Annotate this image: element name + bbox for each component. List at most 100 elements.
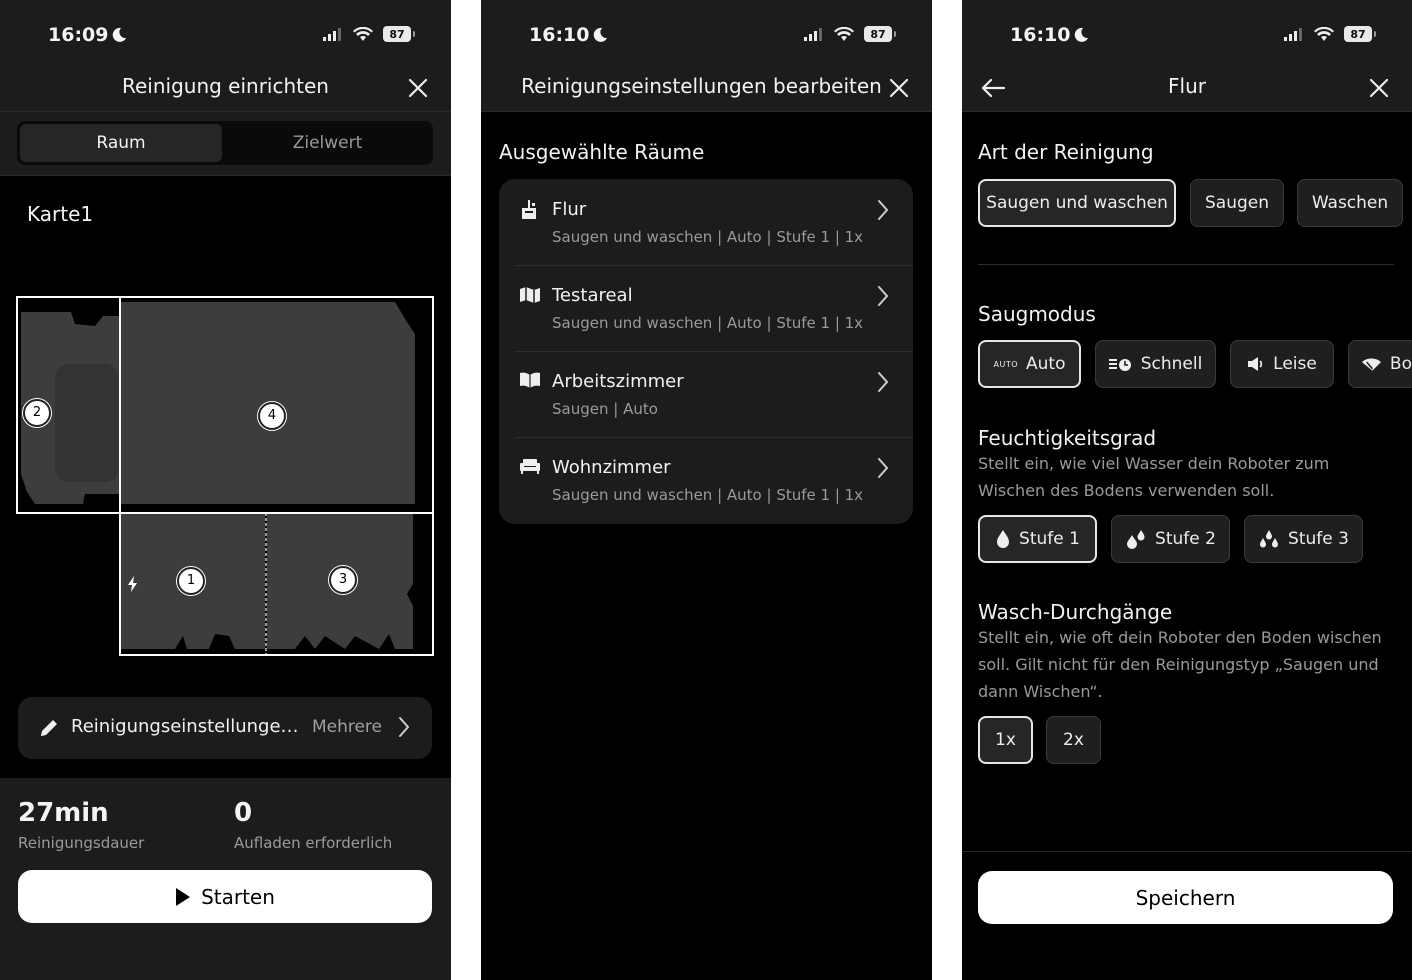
- signal-icon: [804, 28, 822, 41]
- close-icon[interactable]: [888, 77, 910, 99]
- moisture-level-2-chip[interactable]: Stufe 2: [1111, 515, 1230, 563]
- status-time: 16:10: [529, 24, 608, 46]
- battery-icon: 87: [383, 26, 415, 42]
- status-bar: 16:10 87: [481, 0, 932, 70]
- edit-settings-row[interactable]: Reinigungseinstellungen bearbeiten Mehre…: [18, 697, 432, 759]
- tab-target[interactable]: Zielwert: [225, 124, 430, 162]
- area-icon: [520, 287, 540, 303]
- duration-value: 27min: [18, 798, 109, 828]
- moisture-level-3-chip[interactable]: Stufe 3: [1244, 515, 1363, 563]
- chip-label: Leise: [1273, 354, 1317, 374]
- mode-segment-bar: Raum Zielwert: [0, 112, 451, 176]
- play-icon: [176, 887, 191, 906]
- divider: [978, 264, 1394, 265]
- map-title: Karte1: [27, 202, 94, 226]
- chevron-right-icon: [878, 286, 889, 306]
- fast-timer-icon: [1108, 359, 1131, 371]
- duration-label: Reinigungsdauer: [18, 834, 145, 852]
- status-icons: 87: [323, 26, 415, 42]
- room-settings-summary: Saugen und waschen | Auto | Stufe 1 | 1x: [552, 228, 864, 246]
- wifi-icon: [834, 26, 854, 41]
- start-button[interactable]: Starten: [18, 870, 432, 923]
- save-button[interactable]: Speichern: [978, 871, 1393, 924]
- suction-mode-heading: Saugmodus: [978, 302, 1096, 326]
- chip-label: Bo: [1389, 354, 1412, 374]
- recharge-value: 0: [234, 798, 253, 828]
- page-title: Reinigungseinstellungen bearbeiten: [521, 74, 882, 98]
- moon-icon: [1075, 27, 1089, 42]
- footer: Speichern: [962, 851, 1412, 980]
- book-icon: [520, 372, 540, 388]
- status-bar: 16:09 87: [0, 0, 451, 70]
- nav-bar: Reinigung einrichten: [0, 70, 451, 112]
- battery-icon: 87: [1344, 26, 1376, 42]
- nav-bar: Flur: [962, 70, 1412, 112]
- list-item-arbeitszimmer[interactable]: Arbeitszimmer Saugen | Auto: [499, 351, 913, 437]
- room-name: Wohnzimmer: [552, 457, 671, 478]
- moon-icon: [113, 27, 127, 42]
- status-icons: 87: [804, 26, 896, 42]
- close-icon[interactable]: [1368, 77, 1390, 99]
- signal-icon: [323, 28, 341, 41]
- close-icon[interactable]: [407, 77, 429, 99]
- recharge-label: Aufladen erforderlich: [234, 834, 393, 852]
- chip-label: Stufe 3: [1288, 529, 1349, 549]
- suction-quiet-chip[interactable]: Leise: [1230, 340, 1334, 388]
- status-bar: 16:10 87: [962, 0, 1412, 70]
- moon-icon: [594, 27, 608, 42]
- screen-setup-cleaning: 16:09 87 Reinigung einrichten Raum Zielw…: [0, 0, 451, 980]
- three-drops-icon: [1260, 530, 1279, 548]
- battery-icon: 87: [864, 26, 896, 42]
- edit-settings-value: Mehrere: [311, 717, 382, 737]
- passes-2x-chip[interactable]: 2x: [1046, 716, 1101, 764]
- room-name: Testareal: [552, 285, 633, 306]
- list-item-flur[interactable]: Flur Saugen und waschen | Auto | Stufe 1…: [499, 179, 913, 265]
- list-item-testareal[interactable]: Testareal Saugen und waschen | Auto | St…: [499, 265, 913, 351]
- mop-passes-description: Stellt ein, wie oft dein Roboter den Bod…: [978, 628, 1382, 701]
- screen-edit-settings: 16:10 87 Reinigungseinstellungen bearbei…: [481, 0, 932, 980]
- boost-icon: [1361, 358, 1381, 371]
- edit-settings-label: Reinigungseinstellungen bearbeiten: [71, 716, 307, 737]
- mop-passes-heading: Wasch-Durchgänge: [978, 600, 1173, 624]
- speaker-icon: [1248, 357, 1263, 371]
- wifi-icon: [353, 26, 373, 41]
- moisture-level-1-chip[interactable]: Stufe 1: [978, 515, 1097, 563]
- type-mop-chip[interactable]: Waschen: [1297, 179, 1403, 227]
- suction-auto-chip[interactable]: AUTO Auto: [978, 340, 1081, 388]
- sofa-icon: [520, 459, 540, 474]
- chip-label: Stufe 2: [1155, 529, 1216, 549]
- list-item-wohnzimmer[interactable]: Wohnzimmer Saugen und waschen | Auto | S…: [499, 437, 913, 523]
- room-marker-2[interactable]: 2: [23, 399, 51, 427]
- wifi-icon: [1314, 26, 1334, 41]
- tab-room[interactable]: Raum: [20, 124, 222, 162]
- hallway-icon: [522, 200, 536, 219]
- type-vacuum-mop-chip[interactable]: Saugen und waschen: [978, 179, 1176, 227]
- page-title: Reinigung einrichten: [121, 74, 329, 98]
- passes-1x-chip[interactable]: 1x: [978, 716, 1033, 764]
- cleaning-type-heading: Art der Reinigung: [978, 140, 1154, 164]
- suction-fast-chip[interactable]: Schnell: [1095, 340, 1216, 388]
- room-name: Arbeitszimmer: [552, 371, 684, 392]
- status-icons: 87: [1284, 26, 1376, 42]
- room-settings-summary: Saugen und waschen | Auto | Stufe 1 | 1x: [552, 314, 864, 332]
- room-marker-3[interactable]: 3: [329, 566, 357, 594]
- room-settings-summary: Saugen | Auto: [552, 400, 658, 418]
- room-name: Flur: [552, 199, 587, 220]
- room-marker-4[interactable]: 4: [258, 402, 286, 430]
- segmented-control: Raum Zielwert: [17, 121, 433, 165]
- selected-rooms-heading: Ausgewählte Räume: [499, 140, 705, 164]
- summary-panel: 27min Reinigungsdauer 0 Aufladen erforde…: [0, 778, 451, 980]
- moisture-description: Stellt ein, wie viel Wasser dein Roboter…: [978, 454, 1330, 500]
- chevron-right-icon: [399, 717, 410, 737]
- auto-badge-icon: AUTO: [993, 359, 1019, 369]
- room-marker-1[interactable]: 1: [177, 567, 205, 595]
- type-vacuum-chip[interactable]: Saugen: [1190, 179, 1284, 227]
- suction-boost-chip[interactable]: Bo: [1348, 340, 1412, 388]
- floor-map[interactable]: 2 4 1 3: [15, 294, 435, 658]
- signal-icon: [1284, 28, 1302, 41]
- room-list: Flur Saugen und waschen | Auto | Stufe 1…: [499, 179, 913, 524]
- chevron-right-icon: [878, 372, 889, 392]
- nav-bar: Reinigungseinstellungen bearbeiten: [481, 70, 932, 112]
- two-drops-icon: [1127, 530, 1145, 549]
- pencil-icon: [41, 720, 57, 736]
